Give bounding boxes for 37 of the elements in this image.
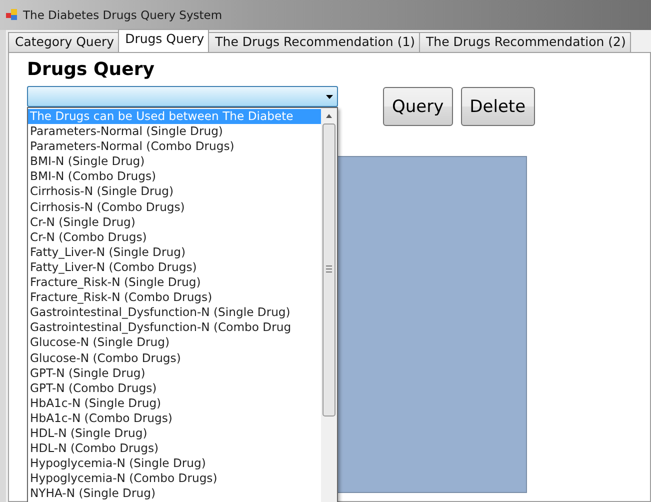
caret-icon xyxy=(326,94,333,98)
dropdown-option[interactable]: HbA1c-N (Single Drug) xyxy=(28,396,321,411)
dropdown-option[interactable]: HbA1c-N (Combo Drugs) xyxy=(28,410,321,426)
dropdown-option[interactable]: Cr-N (Combo Drugs) xyxy=(28,230,321,245)
dropdown-option[interactable]: GPT-N (Combo Drugs) xyxy=(28,380,321,396)
dropdown-option[interactable]: Fracture_Risk-N (Combo Drugs) xyxy=(28,290,321,306)
dropdown-option[interactable]: Gastrointestinal_Dysfunction-N (Combo Drug xyxy=(28,320,321,336)
dropdown-option[interactable]: Gastrointestinal_Dysfunction-N (Single Drug) xyxy=(28,305,321,320)
scrollbar[interactable] xyxy=(321,108,337,502)
tab[interactable]: The Drugs Recommendation (2) xyxy=(419,32,631,52)
dropdown-option[interactable]: Fatty_Liver-N (Single Drug) xyxy=(28,244,321,260)
tab[interactable]: Drugs Query xyxy=(118,29,210,52)
dropdown-option[interactable]: Fracture_Risk-N (Single Drug) xyxy=(28,275,321,290)
dropdown-option[interactable]: Glucose-N (Single Drug) xyxy=(28,335,321,350)
dropdown-option[interactable]: Hypoglycemia-N (Single Drug) xyxy=(28,456,321,472)
tab[interactable]: Category Query xyxy=(8,32,120,52)
dropdown[interactable] xyxy=(27,86,338,107)
app-icon xyxy=(6,9,18,21)
section-heading: Drugs Query xyxy=(27,59,156,80)
query-button[interactable]: Query xyxy=(383,87,453,126)
window-title: The Diabetes Drugs Query System xyxy=(23,8,222,22)
dropdown-option[interactable]: Parameters-Normal (Single Drug) xyxy=(28,124,321,140)
dropdown-option[interactable]: Cr-N (Single Drug) xyxy=(28,214,321,230)
dropdown-option[interactable]: BMI-N (Combo Drugs) xyxy=(28,169,321,184)
dropdown-option[interactable]: Glucose-N (Combo Drugs) xyxy=(28,350,321,366)
dropdown-option[interactable]: HDL-N (Combo Drugs) xyxy=(28,441,321,456)
dropdown-option[interactable]: Hypoglycemia-N (Combo Drugs) xyxy=(28,471,321,486)
dropdown-option[interactable]: NYHA-N (Single Drug) xyxy=(28,486,321,502)
dropdown-option[interactable]: Fatty_Liver-N (Combo Drugs) xyxy=(28,260,321,276)
delete-button[interactable]: Delete xyxy=(460,87,535,126)
dropdown-option[interactable]: HDL-N (Single Drug) xyxy=(28,426,321,442)
dropdown-option[interactable]: Parameters-Normal (Combo Drugs) xyxy=(28,139,321,154)
dropdown-option[interactable]: GPT-N (Single Drug) xyxy=(28,366,321,381)
dropdown-option[interactable]: Cirrhosis-N (Combo Drugs) xyxy=(28,200,321,215)
dropdown-option[interactable]: Cirrhosis-N (Single Drug) xyxy=(28,184,321,200)
dropdown-option[interactable]: BMI-N (Single Drug) xyxy=(28,154,321,170)
tab[interactable]: The Drugs Recommendation (1) xyxy=(208,32,420,52)
